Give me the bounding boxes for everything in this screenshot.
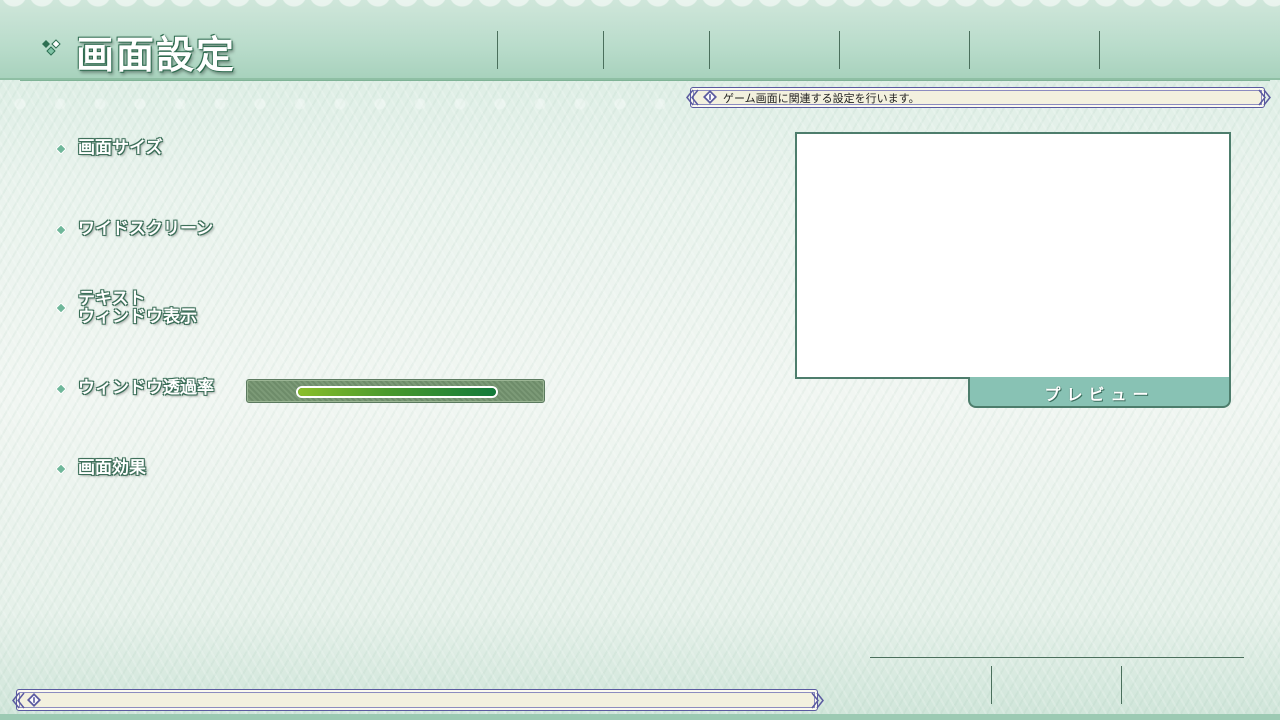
help-text: ゲーム画面に関連する設定を行います。 xyxy=(723,92,920,105)
setting-label-line1: テキスト xyxy=(78,289,146,309)
preview-area xyxy=(795,132,1231,379)
footer-message-bar xyxy=(12,689,824,711)
header-tab-divider xyxy=(497,31,498,69)
header-divider-line xyxy=(20,80,1270,81)
info-icon xyxy=(703,90,717,104)
double-chevron-right-icon xyxy=(1258,89,1271,106)
header-tab-divider xyxy=(709,31,710,69)
header-tab-divider xyxy=(969,31,970,69)
preview-button[interactable]: プレビュー xyxy=(968,377,1231,408)
diamond-bullet-icon xyxy=(56,384,66,394)
info-icon xyxy=(27,693,41,707)
footer-band xyxy=(0,714,1280,720)
setting-label: ワイドスクリーン xyxy=(78,219,214,239)
setting-label-line2: ウィンドウ表示 xyxy=(78,307,197,327)
header-tab-divider xyxy=(603,31,604,69)
double-chevron-right-icon xyxy=(811,692,824,709)
slider-fill xyxy=(298,388,496,396)
header-tab-divider xyxy=(839,31,840,69)
screen-title: 画面設定 xyxy=(76,33,237,77)
footer-tab-divider xyxy=(991,666,992,704)
title-diamond-icon xyxy=(42,39,61,56)
diamond-bullet-icon xyxy=(56,303,66,313)
footer-tab-divider xyxy=(1121,666,1122,704)
window-transparency-slider[interactable] xyxy=(246,379,545,403)
diamond-bullet-icon xyxy=(56,464,66,474)
header-lace xyxy=(0,0,1280,22)
preview-button-label: プレビュー xyxy=(1044,385,1155,404)
slider-track[interactable] xyxy=(296,386,498,398)
setting-label: 画面効果 xyxy=(78,458,146,478)
help-banner: ゲーム画面に関連する設定を行います。 xyxy=(686,87,1271,108)
footer-divider-line xyxy=(870,657,1244,658)
diamond-bullet-icon xyxy=(56,225,66,235)
diamond-bullet-icon xyxy=(56,144,66,154)
double-chevron-left-icon xyxy=(12,692,25,709)
setting-label: ウィンドウ透過率 xyxy=(78,378,214,398)
double-chevron-left-icon xyxy=(686,89,699,106)
header-tab-divider xyxy=(1099,31,1100,69)
setting-label: 画面サイズ xyxy=(78,138,163,158)
